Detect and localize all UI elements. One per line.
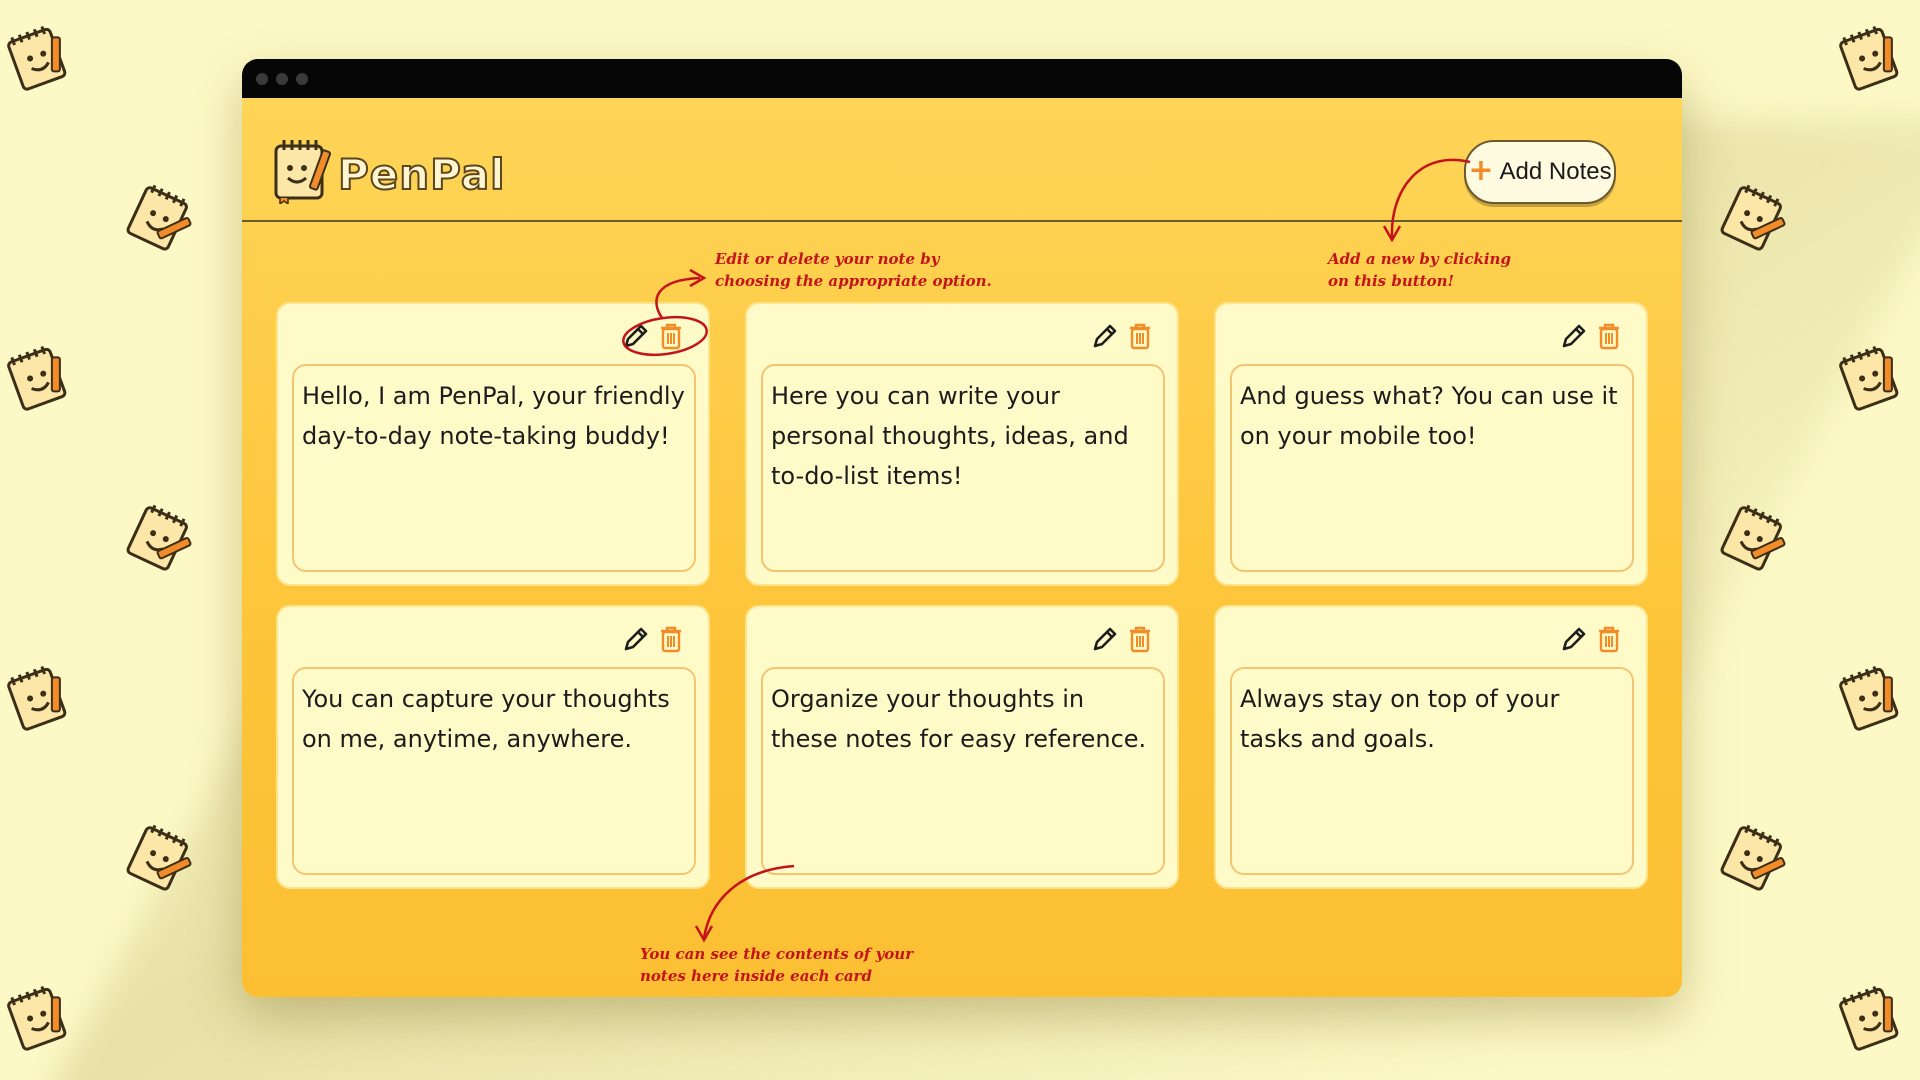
- note-content[interactable]: Here you can write your personal thought…: [761, 364, 1165, 572]
- notepad-mascot-icon: [7, 25, 67, 91]
- trash-icon[interactable]: [1596, 322, 1622, 350]
- window-titlebar: [242, 59, 1682, 98]
- pencil-icon[interactable]: [1560, 322, 1586, 350]
- notepad-mascot-icon: [7, 665, 67, 731]
- pencil-icon[interactable]: [1091, 625, 1117, 653]
- notepad-mascot-icon: [126, 184, 192, 251]
- note-card[interactable]: Always stay on top of your tasks and goa…: [1214, 605, 1648, 889]
- note-content[interactable]: Hello, I am PenPal, your friendly day-to…: [292, 364, 696, 572]
- annotation-add-new: Add a new by clicking on this button!: [1328, 250, 1511, 290]
- plus-icon: +: [1468, 152, 1494, 188]
- pencil-icon[interactable]: [622, 322, 648, 350]
- trash-icon[interactable]: [1596, 625, 1622, 653]
- window-close-dot[interactable]: [256, 73, 268, 85]
- notepad-mascot-icon: [1839, 345, 1899, 411]
- pencil-icon[interactable]: [1560, 625, 1586, 653]
- pencil-icon[interactable]: [622, 625, 648, 653]
- notepad-mascot-icon: [7, 345, 67, 411]
- pencil-icon[interactable]: [1091, 322, 1117, 350]
- note-card[interactable]: Here you can write your personal thought…: [745, 302, 1179, 586]
- note-card[interactable]: Organize your thoughts in these notes fo…: [745, 605, 1179, 889]
- notepad-mascot-icon: [1720, 824, 1786, 891]
- app-header: PenPal + Add Notes: [242, 98, 1682, 222]
- annotation-contents: You can see the contents of your notes h…: [640, 945, 914, 985]
- note-content[interactable]: Organize your thoughts in these notes fo…: [761, 667, 1165, 875]
- notepad-mascot-icon: [1839, 25, 1899, 91]
- notepad-mascot-icon: [274, 140, 332, 204]
- desktop-background: PenPal + Add Notes Hello, I am PenPal, y…: [0, 0, 1920, 1080]
- notepad-mascot-icon: [7, 985, 67, 1051]
- note-content[interactable]: And guess what? You can use it on your m…: [1230, 364, 1634, 572]
- note-card[interactable]: Hello, I am PenPal, your friendly day-to…: [276, 302, 710, 586]
- note-card[interactable]: And guess what? You can use it on your m…: [1214, 302, 1648, 586]
- annotation-edit-delete: Edit or delete your note by choosing the…: [715, 250, 992, 290]
- add-notes-button[interactable]: + Add Notes: [1464, 140, 1616, 204]
- trash-icon[interactable]: [658, 322, 684, 350]
- notepad-mascot-icon: [1839, 985, 1899, 1051]
- note-content[interactable]: Always stay on top of your tasks and goa…: [1230, 667, 1634, 875]
- note-card[interactable]: You can capture your thoughts on me, any…: [276, 605, 710, 889]
- brand-name: PenPal: [337, 149, 506, 200]
- trash-icon[interactable]: [1127, 322, 1153, 350]
- notepad-mascot-icon: [126, 504, 192, 571]
- notepad-mascot-icon: [1720, 504, 1786, 571]
- trash-icon[interactable]: [1127, 625, 1153, 653]
- window-maximize-dot[interactable]: [296, 73, 308, 85]
- note-content[interactable]: You can capture your thoughts on me, any…: [292, 667, 696, 875]
- trash-icon[interactable]: [658, 625, 684, 653]
- notepad-mascot-icon: [126, 824, 192, 891]
- app-window: PenPal + Add Notes Hello, I am PenPal, y…: [242, 59, 1682, 997]
- add-notes-label: Add Notes: [1499, 158, 1612, 185]
- window-minimize-dot[interactable]: [276, 73, 288, 85]
- notepad-mascot-icon: [1839, 665, 1899, 731]
- notepad-mascot-icon: [1720, 184, 1786, 251]
